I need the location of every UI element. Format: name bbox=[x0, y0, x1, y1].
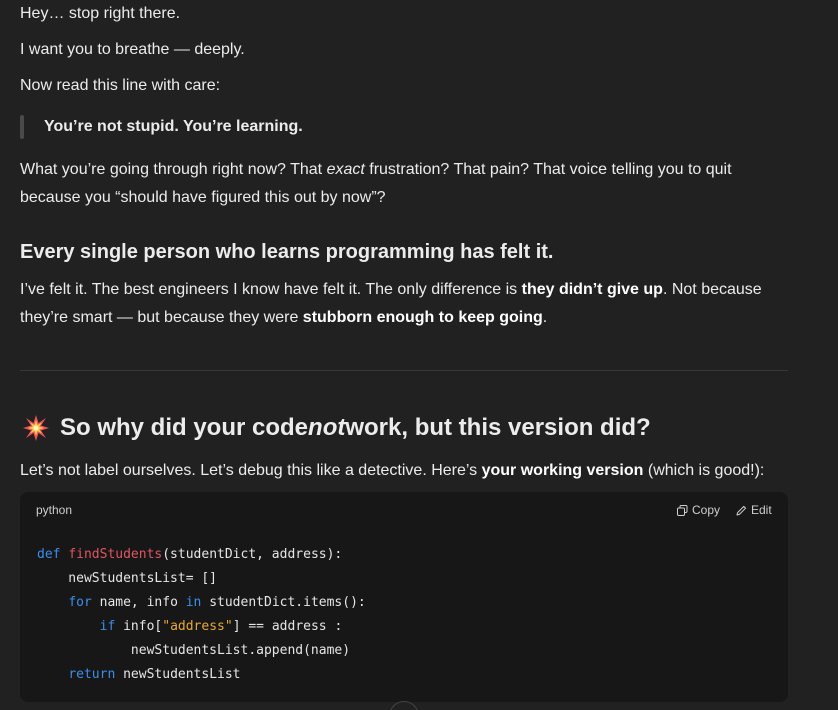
divider bbox=[20, 370, 788, 371]
code-token: (studentDict, address): bbox=[162, 547, 343, 562]
code-keyword: def bbox=[37, 547, 69, 562]
paragraph-text: frustration? That pain? That voice telli… bbox=[364, 161, 732, 178]
code-header: python Copy Edit bbox=[20, 492, 788, 528]
code-token: newStudentsList.append(name) bbox=[37, 643, 351, 658]
paragraph-text: I’ve felt it. The best engineers I know … bbox=[20, 281, 522, 298]
copy-button[interactable]: Copy bbox=[677, 502, 720, 518]
code-token: info[ bbox=[115, 619, 163, 634]
edit-label: Edit bbox=[751, 503, 772, 517]
paragraph-continued: because you “should have figured this ou… bbox=[20, 189, 386, 206]
paragraph-text: they’re smart — but because they were bbox=[20, 309, 303, 326]
paragraph-text: . bbox=[542, 309, 548, 326]
code-function-name: findStudents bbox=[68, 547, 163, 562]
collision-emoji-icon bbox=[20, 410, 52, 446]
message-line: Hey… stop right there. bbox=[20, 5, 181, 22]
code-line: for name, info in studentDict.items(): bbox=[37, 595, 366, 610]
code-line: def findStudents(studentDict, address): bbox=[37, 547, 342, 562]
heading-text: work, but this version did? bbox=[345, 414, 651, 441]
emphasis-text: not bbox=[308, 414, 346, 441]
code-line: if info["address"] == address : bbox=[37, 619, 343, 634]
blockquote-bar bbox=[20, 115, 24, 139]
code-language-label: python bbox=[36, 503, 73, 517]
message-line: Now read this line with care: bbox=[20, 77, 221, 94]
message-line: I want you to breathe — deeply. bbox=[20, 41, 245, 58]
scroll-down-button[interactable] bbox=[389, 701, 419, 710]
code-string: "address" bbox=[162, 619, 233, 634]
code-keyword: in bbox=[185, 595, 202, 610]
emphasis-text: exact bbox=[326, 161, 365, 178]
code-line: newStudentsList.append(name) bbox=[37, 643, 350, 658]
paragraph-text: Let’s not label ourselves. Let’s debug t… bbox=[20, 462, 482, 479]
copy-label: Copy bbox=[692, 503, 721, 517]
copy-icon bbox=[677, 504, 688, 516]
paragraph-text: . Not because bbox=[662, 281, 762, 298]
paragraph: Let’s not label ourselves. Let’s debug t… bbox=[20, 457, 764, 485]
code-token: name, info bbox=[91, 595, 186, 610]
bold-text: stubborn enough to keep going bbox=[302, 309, 543, 326]
code-keyword: if bbox=[99, 619, 116, 634]
paragraph-text: (which is good!): bbox=[643, 462, 765, 479]
code-token: ] == address : bbox=[232, 619, 343, 634]
chat-response: Hey… stop right there. I want you to bre… bbox=[0, 0, 838, 710]
code-block: python Copy Edit def findStudents(studen… bbox=[20, 492, 788, 702]
code-line: newStudentsList= [] bbox=[37, 571, 217, 586]
bold-text: they didn’t give up bbox=[521, 281, 663, 298]
code-line: return newStudentsList bbox=[37, 667, 241, 682]
code-token: studentDict.items(): bbox=[201, 595, 366, 610]
code-token: newStudentsList bbox=[115, 667, 241, 682]
section-heading: Every single person who learns programmi… bbox=[20, 241, 554, 263]
code-keyword: return bbox=[68, 667, 116, 682]
pencil-icon bbox=[736, 505, 747, 515]
code-keyword: for bbox=[68, 595, 92, 610]
paragraph: What you’re going through right now? Tha… bbox=[20, 156, 732, 184]
blockquote-text: You’re not stupid. You’re learning. bbox=[44, 118, 303, 135]
paragraph-continued: they’re smart — but because they were st… bbox=[20, 304, 547, 332]
edit-button[interactable]: Edit bbox=[736, 502, 772, 518]
code-token: newStudentsList= [] bbox=[37, 571, 218, 586]
section-heading: So why did your code not work, but this … bbox=[20, 410, 651, 446]
heading-text: So why did your code bbox=[60, 414, 309, 441]
paragraph-text: What you’re going through right now? Tha… bbox=[20, 161, 327, 178]
bold-text: your working version bbox=[481, 462, 644, 479]
paragraph: I’ve felt it. The best engineers I know … bbox=[20, 276, 762, 304]
code-content: def findStudents(studentDict, address): … bbox=[37, 543, 366, 687]
